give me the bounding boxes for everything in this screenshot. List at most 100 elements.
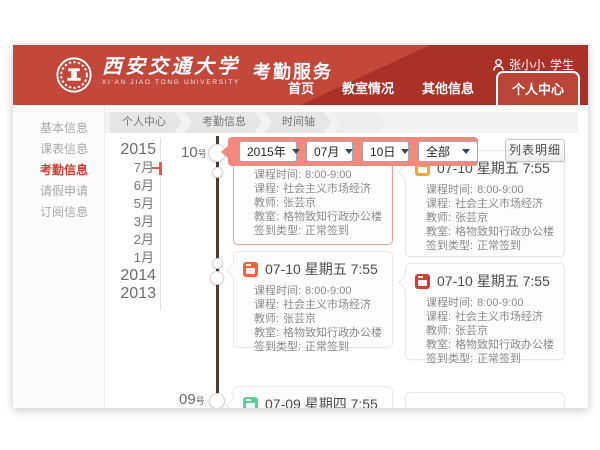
card-field-value: 社会主义市场经济 <box>455 198 543 210</box>
attendance-card[interactable]: 07-10 星期五 7:55 课程时间:8:00-9:00课程:社会主义市场经济… <box>405 150 565 257</box>
year-dropdown[interactable]: 2015年 <box>239 141 297 162</box>
card-field-value: 格物致知行政办公楼 <box>283 327 382 339</box>
nav-item-other-info[interactable]: 其他信息 <box>408 78 488 105</box>
app-header: 西安交通大学 XI'AN JIAO TONG UNIVERSITY 考勤服务 张… <box>13 45 588 105</box>
sidebar-item-basic-info[interactable]: 基本信息 <box>13 119 104 138</box>
university-name-en: XI'AN JIAO TONG UNIVERSITY <box>102 79 240 86</box>
main-nav: 首页 教室情况 其他信息 个人中心 <box>274 71 580 105</box>
attendance-card[interactable]: 07-10 星期五 7:55 课程时间:8:00-9:00课程:社会主义市场经济… <box>233 251 393 348</box>
card-field-value: 社会主义市场经济 <box>283 183 371 195</box>
card-title-row: 07-10 星期五 7:55 <box>234 252 392 284</box>
card-field: 教室: 格物致知行政办公楼 <box>406 225 564 239</box>
chevron-down-icon <box>292 149 300 154</box>
content-area: 基本信息 课表信息 考勤信息 请假申请 订阅信息 个人中心 考勤信息 时间轴 2… <box>13 105 588 408</box>
timeline-node-small-4 <box>209 393 225 408</box>
signin-type-icon <box>415 274 430 289</box>
user-icon <box>493 59 504 71</box>
app-window: 西安交通大学 XI'AN JIAO TONG UNIVERSITY 考勤服务 张… <box>13 45 588 408</box>
card-field-label: 课程时间: <box>426 184 473 196</box>
nav-item-personal-center-active[interactable]: 个人中心 <box>496 71 580 105</box>
card-field-value: 张芸京 <box>283 197 316 209</box>
card-field: 签到类型:正常签到 <box>234 340 392 354</box>
card-field-label: 签到类型: <box>426 240 473 252</box>
day-marker-10: 10号 <box>181 144 207 161</box>
card-field-value: 张芸京 <box>455 212 488 224</box>
card-field-value: 格物致知行政办公楼 <box>283 211 382 223</box>
date-filter-bar: 2015年 07月 10日 全部 <box>228 137 478 166</box>
card-field-value: 社会主义市场经济 <box>455 311 543 323</box>
sidebar-item-subscription-info[interactable]: 订阅信息 <box>13 203 104 222</box>
period-2013[interactable]: 2013 <box>108 285 156 303</box>
card-field-value: 张芸京 <box>283 313 316 325</box>
nav-item-classrooms[interactable]: 教室情况 <box>328 78 408 105</box>
card-field-label: 签到类型: <box>426 353 473 365</box>
signin-type-icon <box>243 262 258 277</box>
day-dropdown[interactable]: 10日 <box>362 141 409 162</box>
period-2014[interactable]: 2014 <box>108 267 156 285</box>
attendance-card[interactable]: 07-10 星期五 7:55 课程时间:8:00-9:00课程:社会主义市场经济… <box>405 263 565 360</box>
card-field-label: 教室: <box>426 339 451 351</box>
period-june[interactable]: 6月 <box>108 177 156 195</box>
month-dropdown[interactable]: 07月 <box>306 141 353 162</box>
card-fields: 课程时间: 8:00-9:00 课程: 社会主义市场经济教师: 张芸京教室: 格物致知行政… <box>406 183 564 253</box>
card-fields: 课程时间:8:00-9:00课程:社会主义市场经济教师:张芸京教室:格物致知行政… <box>234 168 392 238</box>
timeline-node-small-3 <box>210 271 224 285</box>
card-field-label: 教师: <box>254 313 279 325</box>
period-january[interactable]: 1月 <box>108 249 156 267</box>
breadcrumb: 个人中心 考勤信息 时间轴 <box>105 112 578 133</box>
type-dropdown[interactable]: 全部 <box>418 141 478 162</box>
card-field-value: 8:00-9:00 <box>305 169 351 181</box>
nav-item-home[interactable]: 首页 <box>274 78 328 105</box>
card-field: 签到类型:正常签到 <box>406 239 564 253</box>
chevron-down-icon <box>401 149 409 154</box>
timeline-node-small-2 <box>212 258 223 269</box>
breadcrumb-item-attendance-info[interactable]: 考勤信息 <box>184 112 262 133</box>
period-february[interactable]: 2月 <box>108 231 156 249</box>
card-field-value: 正常签到 <box>477 353 521 365</box>
university-name-block: 西安交通大学 XI'AN JIAO TONG UNIVERSITY <box>102 54 240 86</box>
period-may[interactable]: 5月 <box>108 195 156 213</box>
card-field-value: 社会主义市场经济 <box>283 299 371 311</box>
card-title: 07-10 星期五 7:55 <box>265 259 378 279</box>
breadcrumb-item-timeline[interactable]: 时间轴 <box>264 112 331 133</box>
university-name: 西安交通大学 <box>102 54 240 79</box>
period-july-selected[interactable]: 7月 <box>108 159 156 177</box>
sidebar-item-attendance-info[interactable]: 考勤信息 <box>13 161 104 180</box>
card-field-value: 格物致知行政办公楼 <box>455 226 554 238</box>
card-field: 签到类型: 正常签到 <box>406 352 564 366</box>
period-march[interactable]: 3月 <box>108 213 156 231</box>
card-field-label: 教师: <box>254 197 279 209</box>
card-field-label: 课程: <box>426 198 451 210</box>
card-field-value: 8:00-9:00 <box>477 184 523 196</box>
card-field: 课程:社会主义市场经济 <box>234 298 392 312</box>
card-fields: 课程时间:8:00-9:00课程:社会主义市场经济教师:张芸京教室:格物致知行政… <box>234 284 392 354</box>
card-field-value: 格物致知行政办公楼 <box>455 339 554 351</box>
card-field-label: 教室: <box>426 226 451 238</box>
card-field: 教师: 张芸京 <box>406 324 564 338</box>
card-field: 教师: 张芸京 <box>234 312 392 326</box>
card-field-label: 签到类型: <box>254 225 301 237</box>
card-field: 课程:社会主义市场经济 <box>234 182 392 196</box>
day-marker-09: 09号 <box>179 391 205 408</box>
card-field-label: 教师: <box>426 212 451 224</box>
card-field-label: 教师: <box>426 325 451 337</box>
signin-type-icon <box>243 397 258 409</box>
attendance-card[interactable]: 07-09 星期四 7:55 <box>233 386 393 408</box>
card-field-label: 课程时间: <box>426 297 473 309</box>
chevron-down-icon <box>462 149 470 154</box>
day-dropdown-value: 10日 <box>370 143 395 160</box>
period-2015[interactable]: 2015 <box>108 141 156 159</box>
year-dropdown-value: 2015年 <box>247 143 286 160</box>
card-field: 教室:格物致知行政办公楼 <box>234 326 392 340</box>
card-field-value: 张芸京 <box>455 325 488 337</box>
card-field: 课程时间:8:00-9:00 <box>406 296 564 310</box>
attendance-card-clipped[interactable] <box>405 392 565 408</box>
selected-month-marker <box>159 162 162 175</box>
card-field: 课程: 社会主义市场经济 <box>406 197 564 211</box>
card-field-label: 签到类型: <box>254 341 301 353</box>
sidebar-item-leave-request[interactable]: 请假申请 <box>13 182 104 201</box>
sidebar-item-schedule-info[interactable]: 课表信息 <box>13 140 104 159</box>
breadcrumb-item-personal-center[interactable]: 个人中心 <box>110 112 182 133</box>
chevron-down-icon <box>345 149 353 154</box>
list-detail-button[interactable]: 列表明细 <box>505 139 565 162</box>
